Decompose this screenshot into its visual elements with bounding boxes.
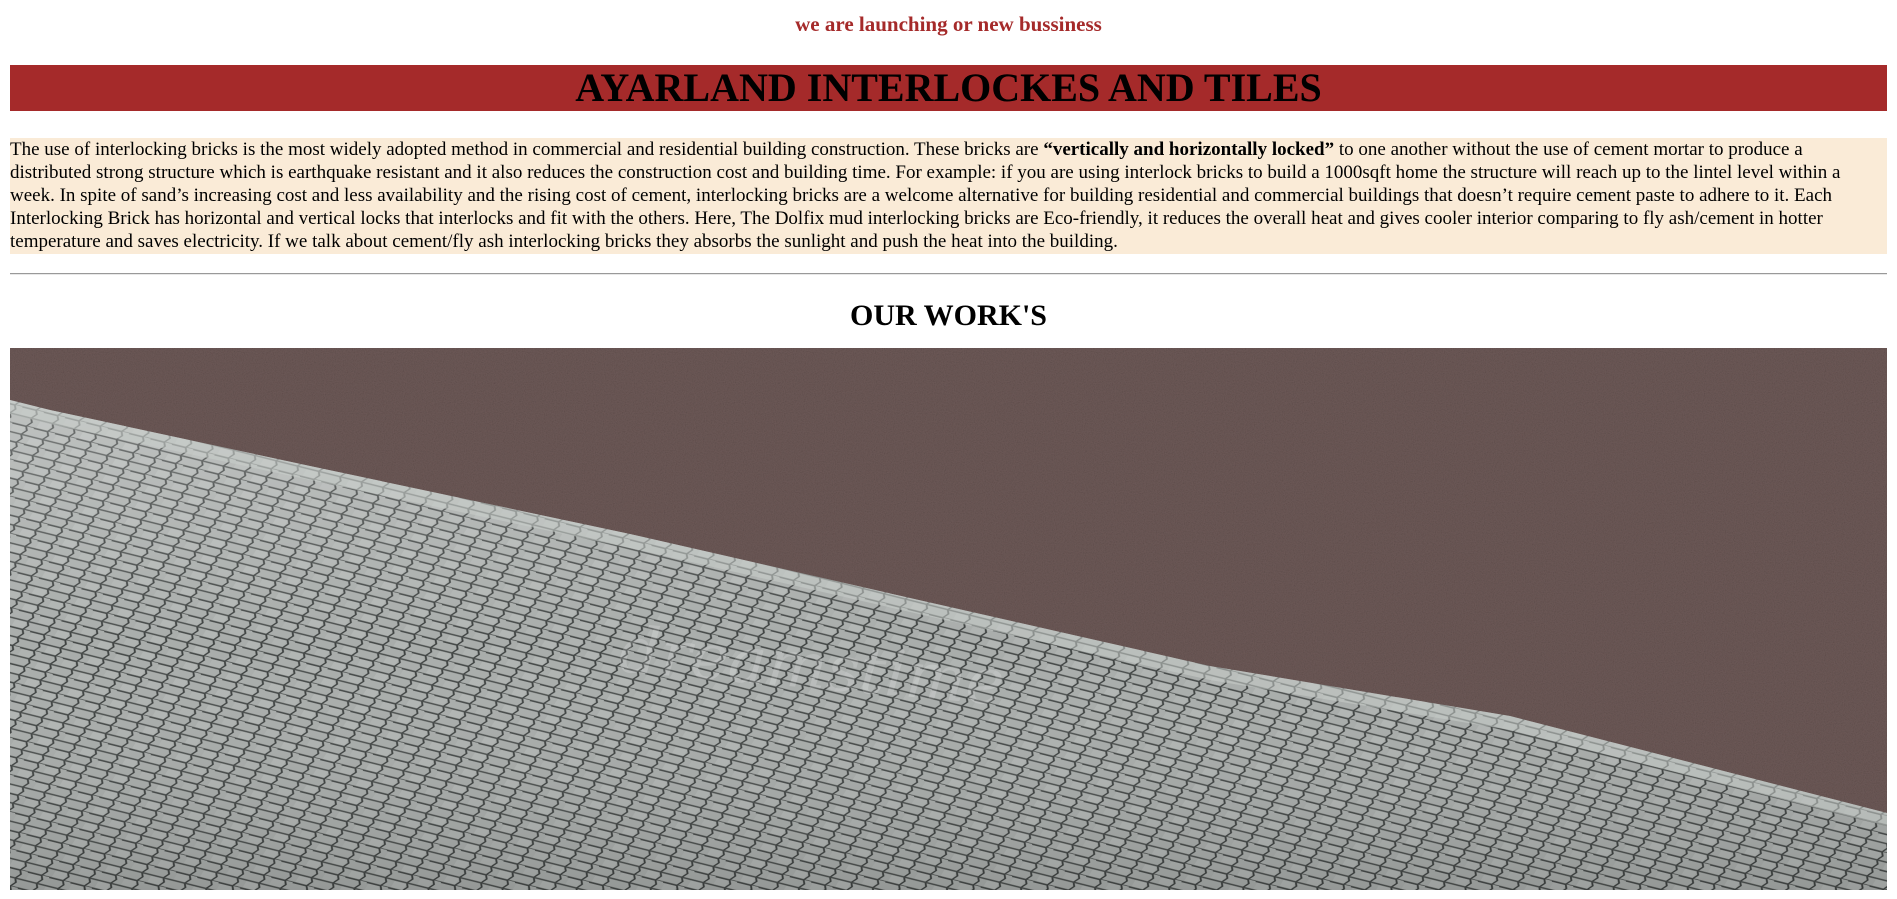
intro-bold-phrase: “vertically and horizontally locked” — [1043, 139, 1335, 160]
paving-photo-image: dreamstime — [10, 348, 1887, 890]
site-title: AYARLAND INTERLOCKES AND TILES — [575, 65, 1322, 110]
intro-paragraph: The use of interlocking bricks is the mo… — [10, 138, 1887, 254]
launch-tagline: we are launching or new bussiness — [795, 12, 1102, 36]
site-title-banner: AYARLAND INTERLOCKES AND TILES — [10, 65, 1887, 111]
works-photo: dreamstime — [10, 348, 1887, 890]
intro-text-start: The use of interlocking bricks is the mo… — [10, 139, 1044, 160]
